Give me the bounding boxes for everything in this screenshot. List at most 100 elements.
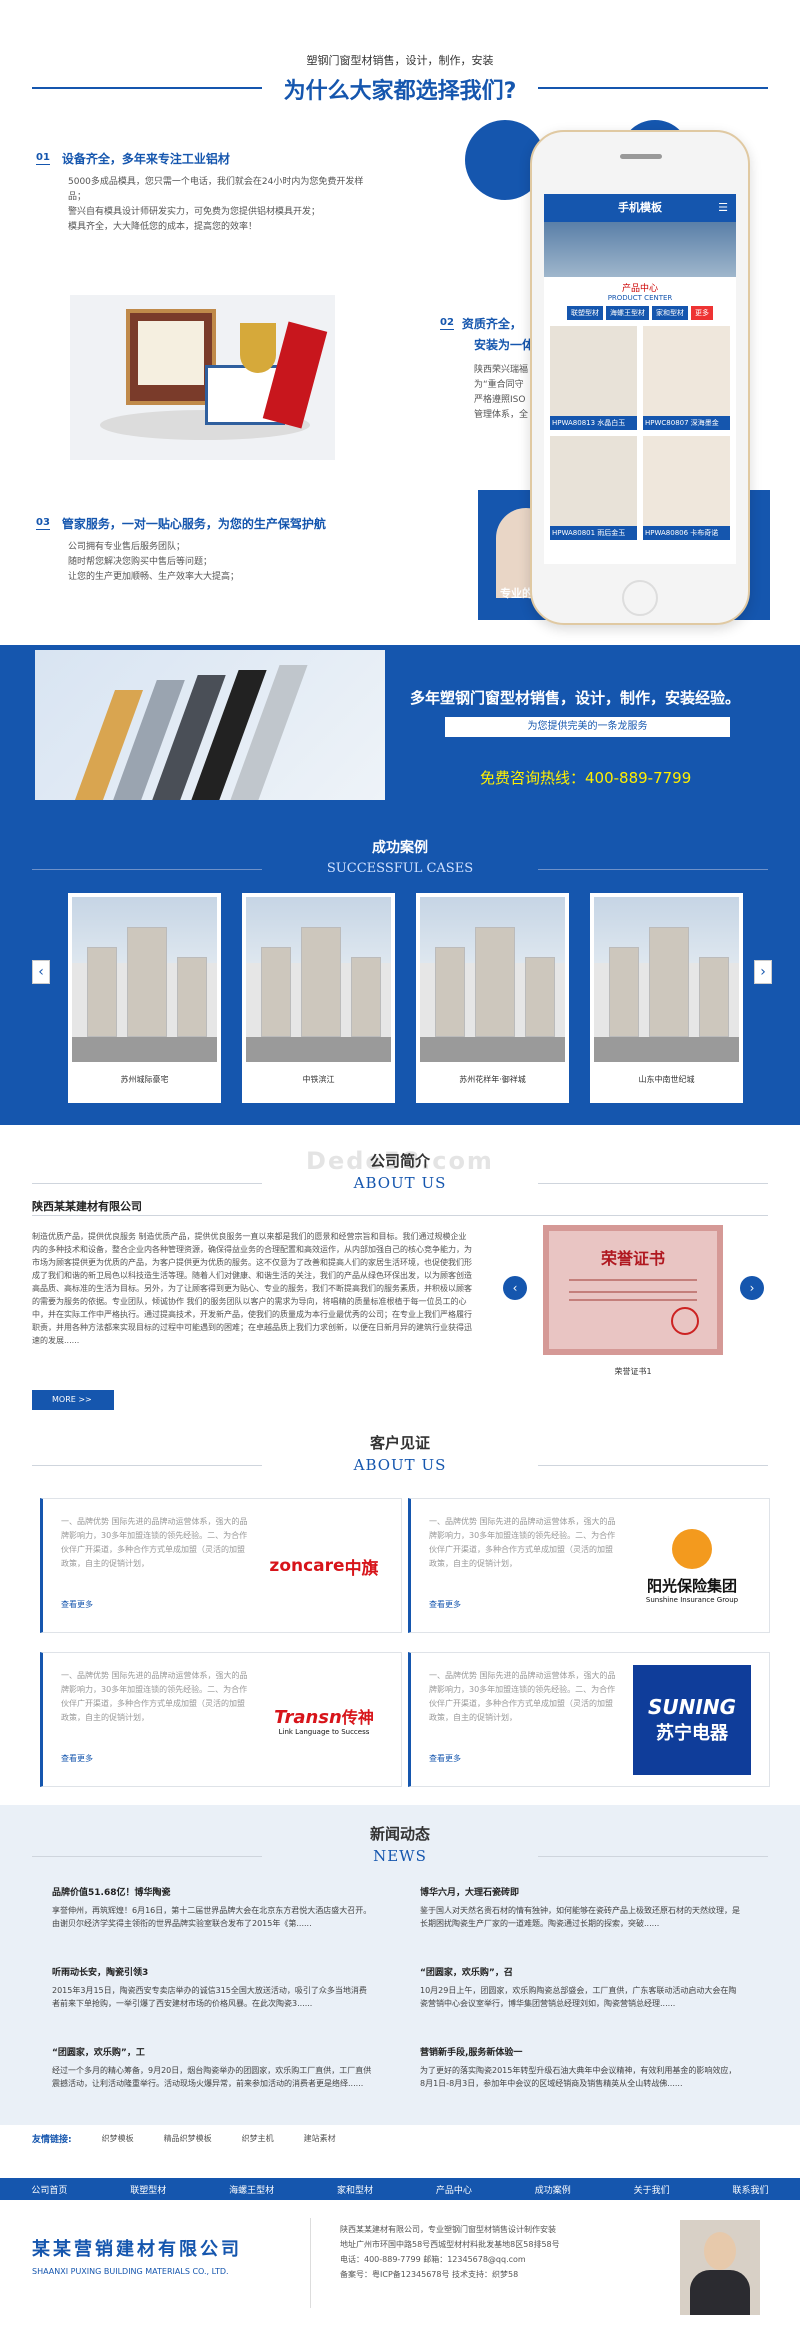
feature-3-line: 公司拥有专业售后服务团队； <box>68 542 186 552</box>
zoncare-logo: zoncare 中旗 <box>269 1556 379 1579</box>
phone-tab[interactable]: 联塑型材 <box>567 306 603 320</box>
footer-logo: 某某营销建材有限公司 SHAANXI PUXING BUILDING MATER… <box>32 2235 292 2276</box>
contact-person-photo <box>680 2220 760 2315</box>
company-name: 陕西某某建材有限公司 <box>32 1200 142 1213</box>
hotline: 免费咨询热线：400-889-7799 <box>480 769 692 787</box>
testimonial-more-link[interactable]: 查看更多 <box>61 1599 93 1610</box>
nav-item[interactable]: 家和型材 <box>337 2183 373 2196</box>
news-item[interactable]: 品牌价值51.68亿！博华陶瓷 享誉伸州，再筑辉煌！6月16日，第十二届世界品牌大… <box>52 1885 372 1930</box>
news-item[interactable]: 听雨动长安，陶瓷引领3 2015年3月15日，陶瓷西安专卖店举办的诚信315全国大… <box>52 1965 372 2010</box>
testimonial-more-link[interactable]: 查看更多 <box>429 1753 461 1764</box>
phone-product[interactable]: HPWA80801 雨后金玉 <box>550 436 637 540</box>
news-item[interactable]: “团圆家，欢乐购”，召 10月29日上午，团圆家，欢乐购陶瓷总部盛会，工厂直供，广… <box>420 1965 740 2010</box>
testimonial-card: 一、品牌优势 国际先进的品牌动运营体系，强大的品牌影响力，30多年加盟连锁的领先… <box>40 1652 402 1787</box>
friend-link[interactable]: 织梦模板 <box>102 2133 134 2144</box>
friend-link[interactable]: 建站素材 <box>304 2133 336 2144</box>
feature-3-num: 03 <box>36 517 50 530</box>
prev-circle-icon[interactable]: ‹ <box>503 1276 527 1300</box>
testimonial-card: 一、品牌优势 国际先进的品牌动运营体系，强大的品牌影响力，30多年加盟连锁的领先… <box>40 1498 402 1633</box>
phone-header: 手机模板 <box>618 201 662 214</box>
case-item[interactable]: 苏州花样年·御祥城 <box>416 893 569 1103</box>
nav-item[interactable]: 产品中心 <box>436 2183 472 2196</box>
promo-banner: 多年塑钢门窗型材销售，设计，制作，安装经验。 为您提供完美的一条龙服务 免费咨询… <box>0 645 800 815</box>
case-item[interactable]: 中铁滨江 <box>242 893 395 1103</box>
prev-arrow-icon[interactable]: ‹ <box>32 960 50 984</box>
phone-product[interactable]: HPWC80807 深海墨金 <box>643 326 730 430</box>
phone-banner <box>544 222 736 277</box>
case-caption: 山东中南世纪城 <box>638 1075 695 1084</box>
about-sub: ABOUT US <box>353 1174 447 1192</box>
case-caption: 中铁滨江 <box>302 1075 335 1084</box>
feature-1-num: 01 <box>36 152 50 165</box>
case-caption: 苏州城际豪宅 <box>120 1075 169 1084</box>
friend-links: 友情链接: 织梦模板 精品织梦模板 织梦主机 建站素材 <box>32 2132 336 2145</box>
profile-image <box>35 650 385 800</box>
footer-logo-en: SHAANXI PUXING BUILDING MATERIALS CO., L… <box>32 2267 229 2276</box>
feature-3-line: 随时帮您解决您购买中售后等问题； <box>68 557 213 567</box>
testimonial-card: 一、品牌优势 国际先进的品牌动运营体系，强大的品牌影响力，30多年加盟连锁的领先… <box>408 1498 770 1633</box>
footer-nav: 公司首页 联塑型材 海螺王型材 家和型材 产品中心 成功案例 关于我们 联系我们 <box>0 2178 800 2200</box>
page-title: 为什么大家都选择我们? <box>283 79 517 104</box>
news-title: 新闻动态 <box>369 1825 430 1843</box>
honor-image <box>70 295 335 460</box>
menu-icon[interactable]: ☰ <box>718 194 728 222</box>
phone-tab[interactable]: 家和型材 <box>652 306 688 320</box>
feature-3-title: 管家服务，一对一贴心服务，为您的生产保驾护航 <box>61 517 326 531</box>
news-item[interactable]: “团圆家，欢乐购”，工 经过一个多月的精心筹备，9月20日，烟台陶瓷举办的团圆家，… <box>52 2045 372 2090</box>
feature-3: 03 管家服务，一对一贴心服务，为您的生产保驾护航 公司拥有专业售后服务团队； … <box>36 515 376 585</box>
feature-1-line: 5000多成品模具，您只需一个电话，我们就会在24小时内为您免费开发样品； <box>68 177 364 202</box>
testimonial-text: 一、品牌优势 国际先进的品牌动运营体系，强大的品牌影响力，30多年加盟连锁的领先… <box>429 1517 616 1568</box>
cases-title: 成功案例 <box>372 840 428 856</box>
feature-1-title: 设备齐全，多年来专注工业铝材 <box>61 152 230 166</box>
case-caption: 苏州花样年·御祥城 <box>459 1075 526 1084</box>
phone-tab-more[interactable]: 更多 <box>691 306 713 320</box>
testimonials-title: 客户见证 <box>369 1434 430 1452</box>
about-text: 制造优质产品，提供优良服务 制造优质产品，提供优良服务一直以来都是我们的愿景和经… <box>32 1232 472 1345</box>
news-item[interactable]: 博华六月，大理石瓷砖即 鉴于国人对天然名贵石材的情有独钟，如何能够在瓷砖产品上极致… <box>420 1885 740 1930</box>
friend-links-label: 友情链接: <box>32 2135 72 2145</box>
testimonials-sub: ABOUT US <box>353 1456 447 1474</box>
phone-product-label: HPWA80801 雨后金玉 <box>550 526 637 540</box>
feature-1-line: 警兴自有模具设计师研发实力，可免费为您提供铝材模具开发； <box>68 207 321 217</box>
certificate-title: 荣誉证书 <box>600 1249 665 1268</box>
case-item[interactable]: 山东中南世纪城 <box>590 893 743 1103</box>
phone-center-cn: 产品中心 <box>621 284 658 294</box>
phone-product-label: HPWC80807 深海墨金 <box>643 416 730 430</box>
case-item[interactable]: 苏州城际豪宅 <box>68 893 221 1103</box>
nav-item[interactable]: 公司首页 <box>31 2183 67 2196</box>
phone-product[interactable]: HPWA80813 水晶白玉 <box>550 326 637 430</box>
banner-main: 多年塑钢门窗型材销售，设计，制作，安装经验。 <box>410 689 741 707</box>
nav-item[interactable]: 成功案例 <box>535 2183 571 2196</box>
news-sub: NEWS <box>373 1847 427 1865</box>
phone-center-en: PRODUCT CENTER <box>607 294 673 302</box>
footer-info: 陕西某某建材有限公司，专业塑钢门窗型材销售设计制作安装 地址广州市环国中路58号… <box>340 2225 560 2279</box>
news-item[interactable]: 营销新手段,服务新体验一 为了更好的落实陶瓷2015年转型升级石油大典年中会议精神… <box>420 2045 740 2090</box>
feature-1-line: 模具齐全，大大降低您的成本，提高您的效率！ <box>68 222 258 232</box>
about-title: 公司简介 <box>369 1152 430 1170</box>
testimonial-text: 一、品牌优势 国际先进的品牌动运营体系，强大的品牌影响力，30多年加盟连锁的领先… <box>61 1517 248 1568</box>
next-arrow-icon[interactable]: › <box>754 960 772 984</box>
feature-3-line: 让您的生产更加顺畅、生产效率大大提高； <box>68 572 240 582</box>
nav-item[interactable]: 联系我们 <box>733 2183 769 2196</box>
feature-2-num: 02 <box>440 317 454 330</box>
phone-tab[interactable]: 海螺王型材 <box>606 306 649 320</box>
testimonial-card: 一、品牌优势 国际先进的品牌动运营体系，强大的品牌影响力，30多年加盟连锁的领先… <box>408 1652 770 1787</box>
more-button[interactable]: MORE >> <box>32 1390 114 1410</box>
banner-sub: 为您提供完美的一条龙服务 <box>445 717 730 737</box>
cases-sub: SUCCESSFUL CASES <box>326 861 474 876</box>
next-circle-icon[interactable]: › <box>740 1276 764 1300</box>
nav-item[interactable]: 联塑型材 <box>130 2183 166 2196</box>
nav-item[interactable]: 关于我们 <box>634 2183 670 2196</box>
testimonial-more-link[interactable]: 查看更多 <box>429 1599 461 1610</box>
nav-item[interactable]: 海螺王型材 <box>229 2183 274 2196</box>
phone-product[interactable]: HPWA80806 卡布奇诺 <box>643 436 730 540</box>
testimonial-text: 一、品牌优势 国际先进的品牌动运营体系，强大的品牌影响力，30多年加盟连锁的领先… <box>61 1671 248 1722</box>
transn-logo: Transn传神 Link Language to Success <box>274 1707 374 1736</box>
friend-link[interactable]: 织梦主机 <box>242 2133 274 2144</box>
certificate-caption: 荣誉证书1 <box>614 1367 652 1376</box>
testimonial-more-link[interactable]: 查看更多 <box>61 1753 93 1764</box>
friend-link[interactable]: 精品织梦模板 <box>164 2133 212 2144</box>
phone-mockup: 手机模板 ☰ 产品中心 PRODUCT CENTER 联塑型材 海螺王型材 家和… <box>530 130 750 625</box>
sun-icon <box>672 1528 712 1569</box>
suning-logo: SUNING 苏宁电器 <box>633 1665 751 1775</box>
